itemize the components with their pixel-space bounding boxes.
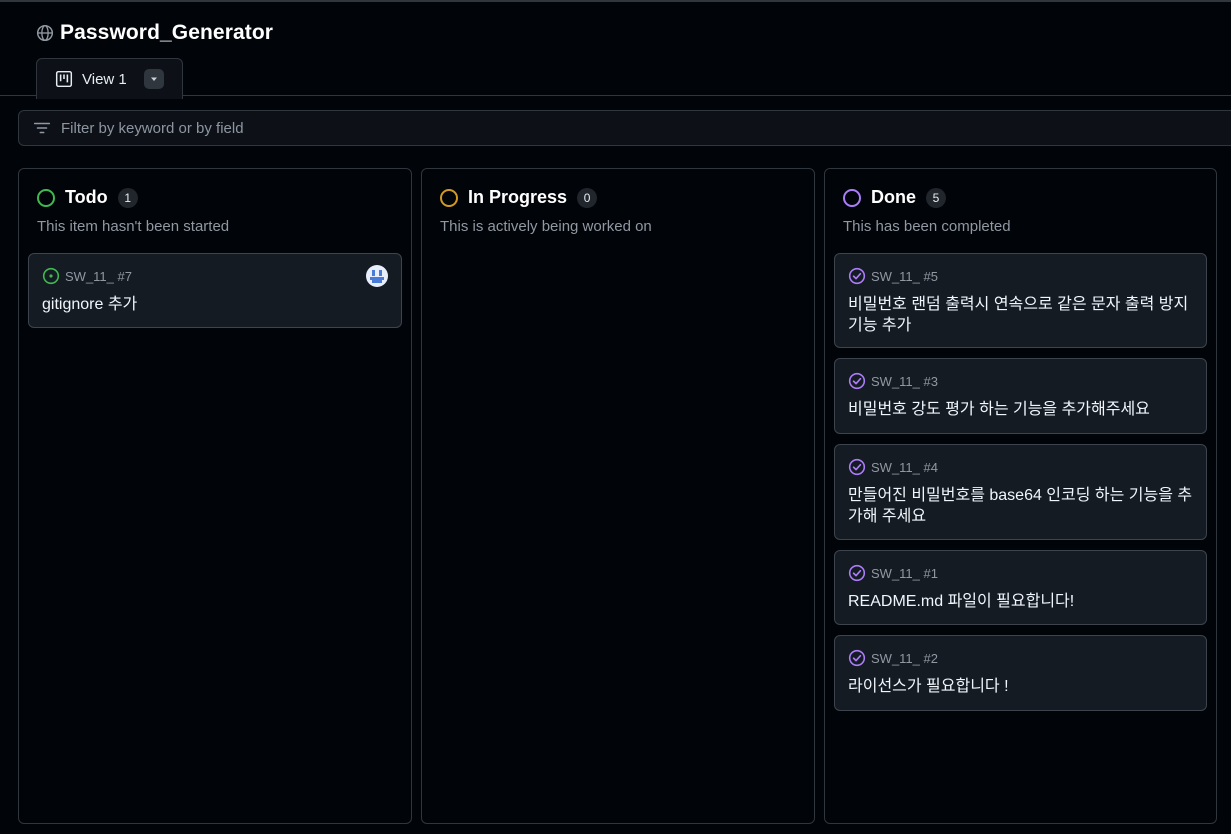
column-description: This has been completed (843, 218, 1011, 235)
triangle-down-icon (150, 77, 157, 81)
card-issue[interactable]: SW_11_ #7 gitignore 추가 (28, 253, 402, 328)
issue-ref[interactable]: SW_11_ #3 (871, 374, 938, 389)
card-meta: SW_11_ #3 (848, 372, 938, 390)
issue-ref[interactable]: SW_11_ #1 (871, 566, 938, 581)
issue-open-icon (42, 267, 60, 285)
issue-ref[interactable]: SW_11_ #2 (871, 651, 938, 666)
column-title: In Progress (468, 187, 568, 207)
column-description: This item hasn't been started (37, 218, 230, 235)
project-header: Password_Generator View 1 (0, 0, 1231, 99)
issue-ref[interactable]: SW_11_ #5 (871, 269, 938, 284)
column-title: Done (871, 187, 916, 207)
card-issue[interactable]: SW_11_ #2 라이선스가 필요합니다 ! (834, 635, 1207, 711)
project-title-row: Password_Generator (36, 20, 273, 46)
issue-ref[interactable]: SW_11_ #4 (871, 460, 938, 475)
tab-label: View 1 (82, 70, 127, 88)
card-meta: SW_11_ #4 (848, 458, 938, 476)
done-status-icon (843, 188, 861, 207)
card-issue[interactable]: SW_11_ #3 비밀번호 강도 평가 하는 기능을 추가해주세요 (834, 358, 1207, 434)
filter-input[interactable] (61, 119, 661, 137)
tab-options-button[interactable] (143, 69, 164, 89)
issue-closed-icon (848, 267, 866, 285)
issue-ref[interactable]: SW_11_ #7 (65, 269, 132, 284)
column-count: 5 (926, 187, 946, 208)
filter-bar[interactable] (18, 110, 1231, 146)
card-title[interactable]: 비밀번호 랜덤 출력시 연속으로 같은 문자 출력 방지 기능 추가 (848, 294, 1193, 336)
column-count: 1 (117, 187, 138, 208)
column-count: 0 (577, 187, 598, 208)
card-meta: SW_11_ #5 (848, 267, 938, 285)
card-issue[interactable]: SW_11_ #1 README.md 파일이 필요합니다! (834, 550, 1207, 625)
column-title: Todo (65, 187, 108, 207)
issue-closed-icon (848, 649, 866, 667)
globe-icon (36, 24, 54, 42)
column-header: Done 5 (843, 187, 946, 208)
in-progress-status-icon (440, 188, 458, 207)
assignee-avatar[interactable] (366, 265, 388, 287)
board-icon (55, 70, 73, 88)
issue-closed-icon (848, 564, 866, 582)
card-issue[interactable]: SW_11_ #5 비밀번호 랜덤 출력시 연속으로 같은 문자 출력 방지 기… (834, 253, 1207, 348)
column-header: In Progress 0 (440, 187, 598, 208)
todo-status-icon (37, 188, 55, 207)
card-title[interactable]: 비밀번호 강도 평가 하는 기능을 추가해주세요 (848, 399, 1193, 420)
issue-closed-icon (848, 372, 866, 390)
card-title[interactable]: 라이선스가 필요합니다 ! (848, 676, 1193, 697)
card-meta: SW_11_ #1 (848, 564, 938, 582)
card-title[interactable]: README.md 파일이 필요합니다! (848, 591, 1193, 612)
card-meta: SW_11_ #7 (42, 267, 132, 285)
filter-icon (33, 122, 51, 134)
column-done: Done 5 This has been completed SW_11_ #5… (824, 168, 1217, 824)
card-meta: SW_11_ #2 (848, 649, 938, 667)
column-header: Todo 1 (37, 187, 138, 208)
column-todo: Todo 1 This item hasn't been started SW_… (18, 168, 412, 824)
issue-closed-icon (848, 458, 866, 476)
card-title[interactable]: 만들어진 비밀번호를 base64 인코딩 하는 기능을 추가해 주세요 (848, 485, 1193, 527)
project-title[interactable]: Password_Generator (60, 21, 273, 45)
card-title[interactable]: gitignore 추가 (42, 294, 387, 315)
card-issue[interactable]: SW_11_ #4 만들어진 비밀번호를 base64 인코딩 하는 기능을 추… (834, 444, 1207, 540)
tab-view-1[interactable]: View 1 (36, 58, 183, 99)
column-description: This is actively being worked on (440, 218, 652, 235)
column-in-progress: In Progress 0 This is actively being wor… (421, 168, 815, 824)
